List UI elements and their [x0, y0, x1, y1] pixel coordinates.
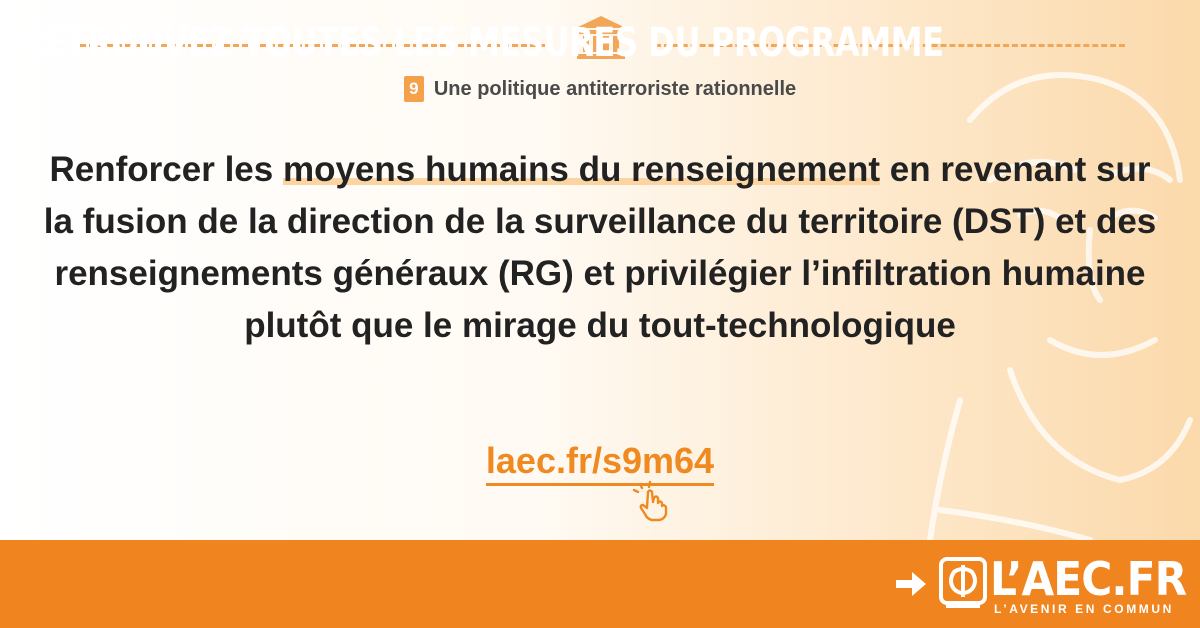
measure-text-before: Renforcer les	[49, 150, 283, 189]
measure-text: Renforcer les moyens humains du renseign…	[40, 144, 1160, 352]
logo-tagline: L’AVENIR EN COMMUN	[994, 602, 1174, 616]
logo-name[interactable]: L’AEC.FR	[990, 552, 1187, 606]
measure-highlight: moyens humains du renseignement	[282, 150, 881, 189]
banner-cta-text[interactable]: RETROUVEZ TOUTES LES MESURES DU PROGRAMM…	[20, 20, 944, 66]
phi-logo-icon	[939, 557, 987, 608]
chapter-title: Une politique antiterroriste rationnelle	[433, 77, 797, 100]
social-card: 9 Une politique antiterroriste rationnel…	[0, 0, 1200, 628]
pointer-hand-icon	[632, 480, 668, 522]
arrow-right-icon	[896, 572, 926, 596]
chapter-heading: 9 Une politique antiterroriste rationnel…	[0, 76, 1200, 102]
measure-link-container: laec.fr/s9m64	[0, 440, 1200, 486]
measure-link[interactable]: laec.fr/s9m64	[485, 440, 715, 486]
chapter-number-badge: 9	[403, 76, 424, 102]
